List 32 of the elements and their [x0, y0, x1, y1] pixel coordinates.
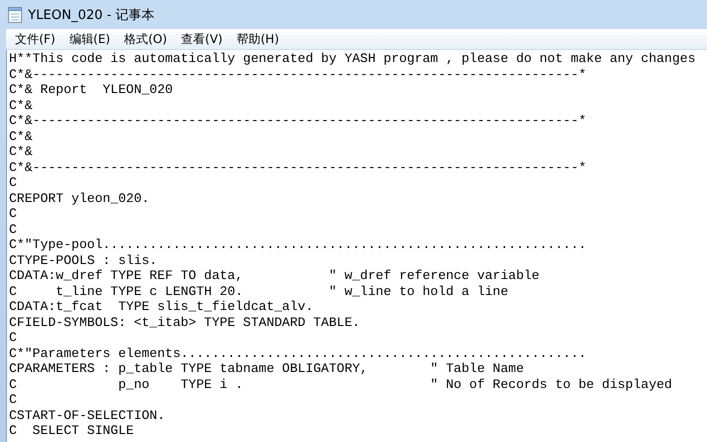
code-line: C*&----------------------------------------------------------------------* — [9, 113, 586, 128]
window-title: YLEON_020 - 记事本 — [28, 6, 155, 24]
code-line: C — [9, 222, 17, 236]
code-line: C*& — [9, 144, 32, 159]
menu-item[interactable]: 编辑(E) — [62, 30, 118, 48]
code-line: C*"Parameters elements.................................................... — [9, 346, 586, 360]
code-line: C SELECT SINGLE — [9, 423, 134, 438]
code-line: CTYPE-POOLS : slis. — [9, 252, 158, 268]
code-line: CDATA:w_dref TYPE REF TO data, " w_dref reference variable — [9, 268, 540, 283]
code-line: C — [9, 392, 17, 407]
code-line: CDATA:t_fcat TYPE slis_t_fieldcat_alv. — [9, 299, 314, 314]
code-line: C*& Report YLEON_020 — [9, 82, 173, 97]
code-line: CREPORT yleon_020. — [9, 190, 150, 206]
code-line: C t_line TYPE c LENGTH 20. " w_line to hold a line — [9, 284, 508, 298]
menu-item[interactable]: 查看(V) — [174, 30, 230, 48]
code-line: C*& — [9, 98, 32, 112]
notepad-icon — [8, 6, 22, 22]
menu-item[interactable]: 文件(F) — [8, 30, 62, 48]
code-line: C*&----------------------------------------------------------------------* — [9, 160, 586, 174]
code-line: C*&----------------------------------------------------------------------* — [9, 66, 586, 82]
code-line: C — [9, 206, 17, 221]
code-line: CSTART-OF-SELECTION. — [9, 408, 166, 422]
code-line: CPARAMETERS : p_table TYPE tabname OBLIGATORY, " Table Name — [9, 361, 524, 376]
code-line: C — [9, 175, 17, 190]
code-line: CFIELD-SYMBOLS: <t_itab> TYPE STANDARD TABLE. — [9, 314, 360, 330]
code-line: C*& — [9, 128, 32, 144]
code-line: C*"Type-pool.............................................................. — [9, 237, 586, 252]
menu-item[interactable]: 帮助(H) — [230, 30, 286, 48]
menu-item[interactable]: 格式(O) — [117, 30, 174, 48]
code-line: H**This code is automatically generated by YASH program , please do not make any changes — [9, 51, 696, 66]
code-line: C — [9, 330, 17, 345]
code-line: C p_no TYPE i . " No of Records to be displayed — [9, 376, 672, 392]
